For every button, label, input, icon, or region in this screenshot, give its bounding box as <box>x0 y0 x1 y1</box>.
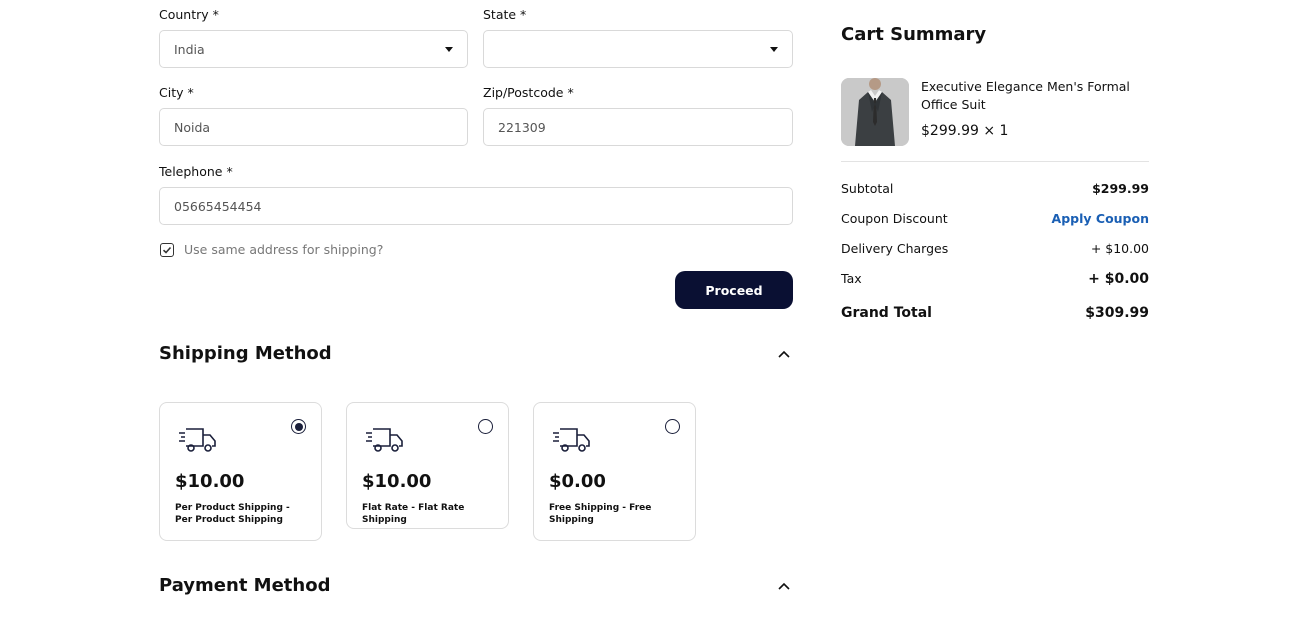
zip-input[interactable]: 221309 <box>483 108 793 146</box>
grand-total-value: $309.99 <box>1085 305 1149 321</box>
subtotal-value: $299.99 <box>1092 181 1149 196</box>
delivery-value: + $10.00 <box>1090 241 1149 256</box>
cart-summary-title: Cart Summary <box>841 24 987 45</box>
telephone-label: Telephone * <box>159 164 233 179</box>
proceed-button[interactable]: Proceed <box>675 271 793 309</box>
shipping-radio[interactable] <box>478 419 493 434</box>
shipping-description: Per Product Shipping - Per Product Shipp… <box>175 503 290 525</box>
same-address-label: Use same address for shipping? <box>184 242 384 257</box>
chevron-up-icon[interactable] <box>777 349 791 359</box>
coupon-label: Coupon Discount <box>841 211 948 226</box>
tax-label: Tax <box>841 271 862 286</box>
shipping-method-title: Shipping Method <box>159 343 332 364</box>
zip-label: Zip/Postcode * <box>483 85 574 100</box>
suit-image <box>841 78 909 146</box>
payment-method-title: Payment Method <box>159 575 331 596</box>
country-value: India <box>174 41 205 57</box>
country-label: Country * <box>159 7 219 22</box>
chevron-up-icon[interactable] <box>777 581 791 591</box>
caret-down-icon <box>770 47 778 52</box>
shipping-option-card[interactable]: $0.00 Free Shipping - Free Shipping <box>533 402 696 541</box>
shipping-option-card[interactable]: $10.00 Flat Rate - Flat Rate Shipping <box>346 402 509 529</box>
shipping-radio[interactable] <box>291 419 306 434</box>
telephone-value: 05665454454 <box>174 198 262 214</box>
shipping-description: Free Shipping - Free Shipping <box>549 503 652 525</box>
zip-value: 221309 <box>498 119 546 135</box>
product-thumbnail <box>841 78 909 146</box>
state-select[interactable] <box>483 30 793 68</box>
shipping-price: $10.00 <box>175 471 245 492</box>
state-label: State * <box>483 7 527 22</box>
truck-icon <box>179 428 216 452</box>
divider <box>841 161 1149 162</box>
shipping-price: $0.00 <box>549 471 606 492</box>
product-price: $299.99 × 1 <box>921 123 1009 139</box>
telephone-input[interactable]: 05665454454 <box>159 187 793 225</box>
country-select[interactable]: India <box>159 30 468 68</box>
checkmark-icon <box>162 246 172 254</box>
city-input[interactable]: Noida <box>159 108 468 146</box>
delivery-label: Delivery Charges <box>841 241 949 256</box>
shipping-option-card[interactable]: $10.00 Per Product Shipping - Per Produc… <box>159 402 322 541</box>
subtotal-label: Subtotal <box>841 181 894 196</box>
grand-total-label: Grand Total <box>841 305 932 321</box>
radio-selected-dot <box>294 422 303 431</box>
truck-icon <box>553 428 590 452</box>
same-address-checkbox[interactable] <box>160 243 174 257</box>
tax-value: + $0.00 <box>1088 271 1149 287</box>
caret-down-icon <box>445 47 453 52</box>
product-name[interactable]: Executive Elegance Men's Formal Office S… <box>921 78 1141 114</box>
shipping-description: Flat Rate - Flat Rate Shipping <box>362 503 465 525</box>
truck-icon <box>366 428 403 452</box>
city-label: City * <box>159 85 194 100</box>
apply-coupon-link[interactable]: Apply Coupon <box>1052 211 1149 226</box>
shipping-radio[interactable] <box>665 419 680 434</box>
shipping-price: $10.00 <box>362 471 432 492</box>
city-value: Noida <box>174 119 211 135</box>
